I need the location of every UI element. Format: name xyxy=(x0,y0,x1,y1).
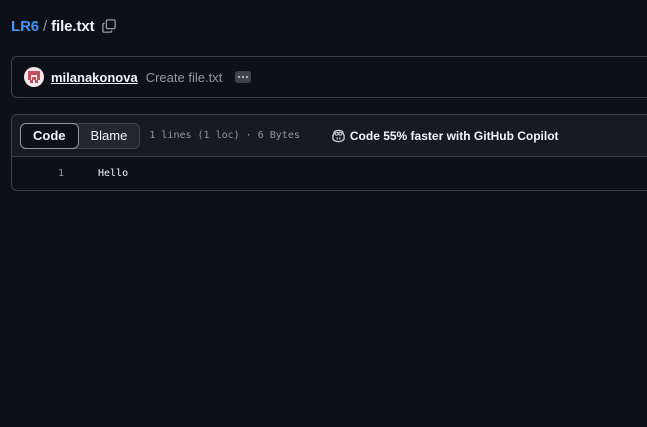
tab-code[interactable]: Code xyxy=(20,122,79,149)
file-view-page: LR6 / file.txt milanakonova Create file.… xyxy=(0,0,647,427)
file-header: Code Blame 1 lines (1 loc) · 6 Bytes Cod… xyxy=(12,115,647,157)
commit-author-link[interactable]: milanakonova xyxy=(51,70,138,85)
view-mode-toggle: Code Blame xyxy=(20,122,141,149)
copilot-promo-label: Code 55% faster with GitHub Copilot xyxy=(349,128,559,143)
commit-message-link[interactable]: Create file.txt xyxy=(146,70,223,85)
tab-blame[interactable]: Blame xyxy=(79,124,140,148)
breadcrumb-separator: / xyxy=(43,17,48,35)
copilot-promo-link[interactable]: Code 55% faster with GitHub Copilot xyxy=(331,129,559,143)
copilot-icon xyxy=(331,129,346,143)
dot xyxy=(246,76,249,78)
latest-commit-box: milanakonova Create file.txt xyxy=(11,56,647,98)
identicon-avatar[interactable] xyxy=(24,67,44,87)
dot xyxy=(242,76,245,78)
breadcrumb: LR6 / file.txt xyxy=(11,16,117,36)
line-content: Hello xyxy=(98,168,129,179)
breadcrumb-repo-link[interactable]: LR6 xyxy=(11,18,39,35)
line-number[interactable]: 1 xyxy=(12,168,64,179)
kebab-horizontal-icon[interactable] xyxy=(235,71,252,83)
copy-icon[interactable] xyxy=(101,18,117,34)
code-line: 1 Hello xyxy=(12,157,647,190)
breadcrumb-file-name: file.txt xyxy=(51,17,95,35)
file-size-info: 1 lines (1 loc) · 6 Bytes xyxy=(149,130,300,141)
file-content-box: Code Blame 1 lines (1 loc) · 6 Bytes Cod… xyxy=(11,114,647,191)
dot xyxy=(238,76,241,78)
